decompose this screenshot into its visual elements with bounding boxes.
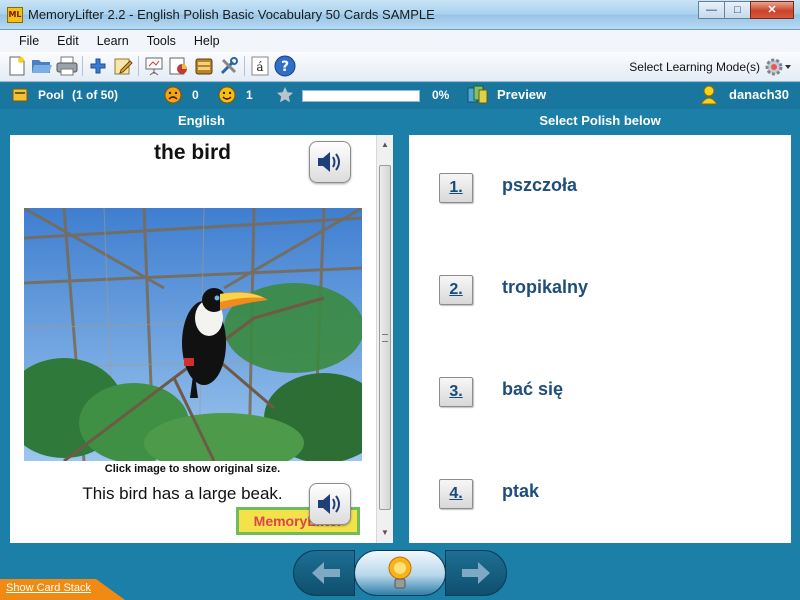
svg-text:?: ?	[281, 59, 289, 75]
edit-icon[interactable]	[112, 55, 134, 77]
toucan-image[interactable]	[24, 208, 362, 461]
pool-count: (1 of 50)	[72, 88, 119, 102]
menu-help[interactable]: Help	[185, 34, 229, 48]
svg-text:á: á	[256, 60, 263, 74]
app-logo-icon: ML	[7, 7, 23, 23]
image-caption: Click image to show original size.	[104, 463, 281, 475]
toolbar: á ? Select Learning Mode(s)	[0, 52, 800, 82]
answer-number-button[interactable]: 2.	[439, 275, 473, 305]
answer-option[interactable]: 4. ptak	[409, 479, 791, 519]
card-box-icon	[12, 87, 28, 106]
answer-option[interactable]: 1. pszczoła	[409, 173, 791, 213]
answer-option[interactable]: 3. bać się	[409, 377, 791, 417]
question-language-header: English	[178, 113, 225, 128]
progress-percent: 0%	[432, 88, 450, 102]
wrong-count: 0	[192, 88, 199, 102]
answer-language-header: Select Polish below	[539, 113, 661, 128]
menu-file[interactable]: File	[10, 34, 48, 48]
speaker-icon	[318, 494, 340, 514]
answer-number-button[interactable]: 1.	[439, 173, 473, 203]
vertical-scrollbar[interactable]: ▲ ▼	[376, 135, 393, 543]
sad-face-icon	[164, 86, 182, 107]
learning-mode-label[interactable]: Select Learning Mode(s)	[629, 60, 760, 74]
lightbulb-icon	[388, 556, 412, 589]
answer-text[interactable]: pszczoła	[502, 175, 577, 196]
show-card-stack-link[interactable]: Show Card Stack	[6, 582, 91, 594]
menu-tools[interactable]: Tools	[138, 34, 185, 48]
answer-option[interactable]: 2. tropikalny	[409, 275, 791, 315]
card-box-icon[interactable]	[193, 55, 215, 77]
example-sentence: This bird has a large beak.	[82, 484, 283, 503]
scroll-down-arrow-icon[interactable]: ▼	[377, 525, 393, 541]
new-file-icon[interactable]	[6, 55, 28, 77]
answer-number-button[interactable]: 3.	[439, 377, 473, 407]
close-button[interactable]: ✕	[750, 1, 794, 19]
answer-text[interactable]: bać się	[502, 379, 563, 400]
previous-card-button[interactable]	[293, 550, 355, 596]
gear-icon[interactable]	[764, 57, 792, 80]
slideshow-icon[interactable]	[143, 55, 165, 77]
hint-button[interactable]	[354, 550, 446, 596]
pool-label: Pool	[38, 88, 64, 102]
scroll-grip-icon	[382, 334, 388, 342]
question-card: the bird Click image to show original si…	[10, 135, 393, 543]
tools-icon[interactable]	[218, 55, 240, 77]
star-icon	[276, 86, 294, 107]
answer-text[interactable]: tropikalny	[502, 277, 588, 298]
answers-card: 1. pszczoła 2. tropikalny 3. bać się 4. …	[409, 135, 791, 543]
scroll-thumb[interactable]	[379, 165, 391, 510]
minimize-button[interactable]: —	[698, 1, 725, 19]
font-icon[interactable]: á	[249, 55, 271, 77]
user-name: danach30	[729, 87, 789, 102]
answer-text[interactable]: ptak	[502, 481, 539, 502]
speaker-icon	[318, 152, 340, 172]
status-bar: Pool (1 of 50) 0 1 0% Preview danach30	[0, 83, 800, 109]
answer-number-button[interactable]: 4.	[439, 479, 473, 509]
help-icon[interactable]: ?	[274, 55, 296, 77]
statistics-icon[interactable]	[168, 55, 190, 77]
bottom-navigation	[0, 545, 800, 600]
progress-bar	[302, 90, 420, 102]
scroll-up-arrow-icon[interactable]: ▲	[377, 137, 393, 153]
right-count: 1	[246, 88, 253, 102]
play-word-audio-button[interactable]	[309, 141, 351, 183]
arrow-right-icon	[462, 562, 490, 584]
user-icon	[700, 85, 718, 108]
window-controls: — □ ✕	[698, 1, 794, 19]
menu-learn[interactable]: Learn	[88, 34, 138, 48]
print-icon[interactable]	[56, 55, 78, 77]
arrow-left-icon	[312, 562, 340, 584]
open-folder-icon[interactable]	[31, 55, 53, 77]
preview-label[interactable]: Preview	[497, 87, 546, 102]
maximize-button[interactable]: □	[724, 1, 751, 19]
menu-bar: File Edit Learn Tools Help	[0, 30, 800, 52]
happy-face-icon	[218, 86, 236, 107]
window-title: MemoryLifter 2.2 - English Polish Basic …	[28, 7, 435, 22]
menu-edit[interactable]: Edit	[48, 34, 88, 48]
preview-icon[interactable]	[467, 85, 489, 108]
next-card-button[interactable]	[445, 550, 507, 596]
add-icon[interactable]	[87, 55, 109, 77]
play-sentence-audio-button[interactable]	[309, 483, 351, 525]
title-bar: ML MemoryLifter 2.2 - English Polish Bas…	[0, 0, 800, 30]
